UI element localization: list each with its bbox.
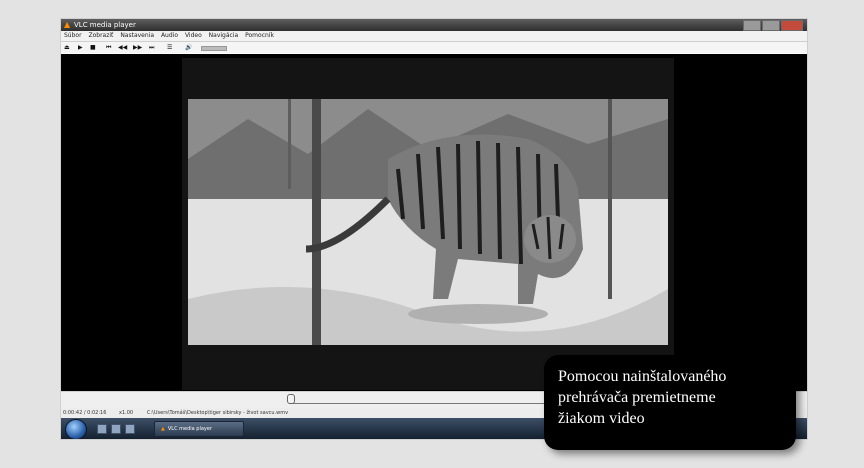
browser-icon[interactable]: [125, 424, 135, 434]
start-button[interactable]: [65, 419, 87, 439]
vlc-cone-icon: ▲: [64, 20, 71, 29]
vlc-cone-icon: ▲: [161, 426, 165, 432]
taskbar-vlc-button[interactable]: ▲ VLC media player: [154, 421, 244, 437]
minimize-button[interactable]: [743, 20, 761, 31]
speed-display: x1.00: [119, 410, 134, 416]
menu-audio[interactable]: Audio: [161, 32, 178, 39]
explorer-icon[interactable]: [111, 424, 121, 434]
caption-line-1: Pomocou nainštalovaného: [558, 368, 727, 385]
menu-video[interactable]: Video: [185, 32, 202, 39]
fast-forward-icon[interactable]: ▶▶: [133, 42, 142, 53]
volume-slider[interactable]: [201, 46, 227, 51]
window-controls: [742, 20, 803, 31]
stop-icon[interactable]: ■: [90, 42, 96, 53]
time-display: 0:00:42 / 0:02:16: [63, 410, 107, 416]
title-bar: ▲ VLC media player: [61, 19, 807, 31]
skip-back-icon[interactable]: ⏮: [106, 42, 111, 53]
menu-bar: Súbor Zobraziť Nastavenia Audio Video Na…: [61, 31, 807, 42]
caption-line-3: žiakom video: [558, 410, 645, 427]
menu-zobrazit[interactable]: Zobraziť: [88, 32, 113, 39]
menu-subor[interactable]: Súbor: [64, 32, 82, 39]
skip-forward-icon[interactable]: ⏭: [149, 42, 154, 53]
menu-navigacia[interactable]: Navigácia: [209, 32, 239, 39]
menu-nastavenia[interactable]: Nastavenia: [120, 32, 154, 39]
menu-pomocnik[interactable]: Pomocník: [245, 32, 274, 39]
taskbar-vlc-label: VLC media player: [167, 426, 213, 432]
maximize-button[interactable]: [762, 20, 780, 31]
eject-icon[interactable]: ⏏: [64, 42, 70, 53]
caption-line-2: prehrávača premietneme: [558, 389, 716, 406]
volume-icon[interactable]: 🔊: [185, 42, 192, 53]
window-title: VLC media player: [74, 21, 136, 29]
tiger-video-frame: [188, 99, 668, 345]
tiger-scene-image: [188, 99, 668, 345]
playback-toolbar: ⏏ ▶ ■ ⏮ ◀◀ ▶▶ ⏭ ☰ 🔊: [61, 42, 807, 53]
seek-track[interactable]: [289, 403, 549, 404]
seek-handle[interactable]: [287, 394, 295, 404]
show-desktop-icon[interactable]: [97, 424, 107, 434]
play-icon[interactable]: ▶: [78, 42, 83, 53]
caption-callout: Pomocou nainštalovaného prehrávača premi…: [544, 355, 796, 450]
playlist-icon[interactable]: ☰: [167, 42, 172, 53]
rewind-icon[interactable]: ◀◀: [118, 42, 127, 53]
close-button[interactable]: [781, 20, 803, 31]
file-path: C:\Users\Tomáš\Desktop\tiger sibirsky - …: [147, 410, 289, 416]
